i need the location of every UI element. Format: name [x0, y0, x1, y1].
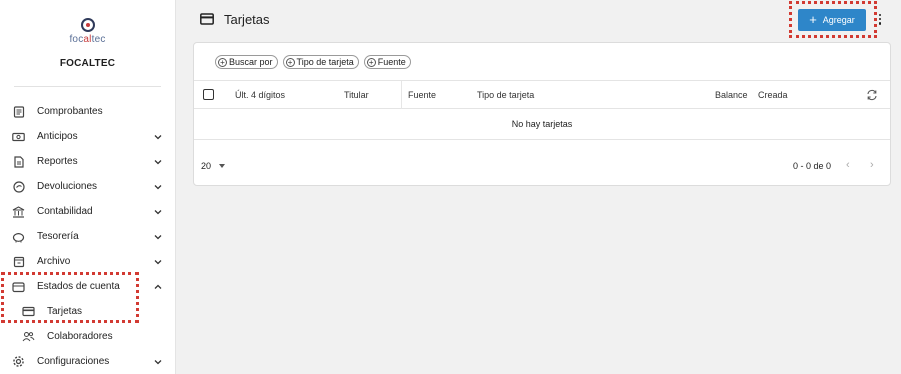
sidebar-item-configuraciones[interactable]: Configuraciones	[0, 349, 175, 374]
select-all-checkbox[interactable]	[203, 89, 214, 100]
page-range: 0 - 0 de 0	[793, 161, 832, 171]
sidebar-item-label: Contabilidad	[37, 206, 93, 217]
sidebar-item-reportes[interactable]: Reportes	[0, 149, 175, 174]
sidebar-item-label: Tesorería	[37, 231, 79, 242]
sidebar-subitem-label: Colaboradores	[47, 331, 113, 342]
sidebar-item-archivo[interactable]: Archivo	[0, 249, 175, 274]
column-header[interactable]: Fuente	[408, 90, 436, 100]
account-statement-icon	[12, 280, 25, 293]
plus-icon: +	[809, 12, 817, 27]
refresh-icon[interactable]	[866, 89, 878, 101]
main-content: Tarjetas + Agregar + Buscar por + Tipo de …	[176, 0, 901, 374]
top-bar: Tarjetas + Agregar	[176, 0, 901, 40]
column-header[interactable]: Balance	[715, 90, 748, 100]
card-icon	[22, 305, 35, 318]
cash-icon	[12, 130, 25, 143]
sidebar: focaltec FOCALTEC Comprobantes Anticipos…	[0, 0, 176, 374]
sidebar-item-devoluciones[interactable]: Devoluciones	[0, 174, 175, 199]
chevron-left-icon[interactable]: ‹	[846, 159, 850, 171]
chevron-down-icon	[154, 359, 162, 364]
cards-table-card: + Buscar por + Tipo de tarjeta + Fuente Últ…	[193, 42, 891, 186]
chevron-down-icon	[154, 234, 162, 239]
filter-bar: + Buscar por + Tipo de tarjeta + Fuente	[215, 55, 411, 69]
logo-text: focaltec	[69, 34, 106, 45]
sidebar-item-tesoreria[interactable]: Tesorería	[0, 224, 175, 249]
archive-icon	[12, 255, 25, 268]
chevron-down-icon	[154, 209, 162, 214]
return-icon	[12, 180, 25, 193]
sidebar-item-label: Configuraciones	[37, 356, 110, 367]
column-header[interactable]: Creada	[758, 90, 788, 100]
column-header[interactable]: Tipo de tarjeta	[477, 90, 534, 100]
sidebar-nav: Comprobantes Anticipos Reportes Devoluci…	[0, 99, 175, 374]
sidebar-item-label: Devoluciones	[37, 181, 98, 192]
sidebar-item-contabilidad[interactable]: Contabilidad	[0, 199, 175, 224]
pagination: 20 0 - 0 de 0 ‹ ›	[194, 140, 890, 186]
add-button[interactable]: + Agregar	[798, 9, 866, 31]
sidebar-item-comprobantes[interactable]: Comprobantes	[0, 99, 175, 124]
chevron-right-icon[interactable]: ›	[870, 159, 874, 171]
sidebar-subitem-label: Tarjetas	[47, 306, 83, 317]
add-circle-icon: +	[218, 57, 227, 67]
chevron-up-icon	[154, 284, 162, 289]
filter-fuente[interactable]: + Fuente	[363, 55, 411, 69]
add-circle-icon: +	[366, 57, 376, 67]
add-circle-icon: +	[285, 57, 295, 67]
gear-icon	[12, 355, 25, 368]
column-header[interactable]: Últ. 4 dígitos	[235, 90, 285, 100]
divider	[14, 86, 161, 87]
brand: focaltec FOCALTEC	[0, 0, 175, 86]
piggy-bank-icon	[12, 230, 25, 243]
chevron-down-icon	[154, 259, 162, 264]
chevron-down-icon	[154, 159, 162, 164]
sidebar-item-label: Comprobantes	[37, 106, 103, 117]
sidebar-subitem-tarjetas[interactable]: Tarjetas	[0, 299, 175, 324]
company-name: FOCALTEC	[59, 58, 116, 69]
logo-icon	[80, 18, 95, 32]
page-title: Tarjetas	[224, 12, 270, 27]
table-header: Últ. 4 dígitos Titular Fuente Tipo de ta…	[194, 80, 890, 109]
more-options-icon[interactable]	[877, 12, 883, 28]
chevron-down-icon	[154, 184, 162, 189]
sidebar-item-label: Anticipos	[37, 131, 78, 142]
caret-down-icon[interactable]	[219, 164, 225, 168]
column-header[interactable]: Titular	[344, 90, 369, 100]
card-icon	[200, 13, 214, 25]
sidebar-item-estados-de-cuenta[interactable]: Estados de cuenta	[0, 274, 175, 299]
add-button-label: Agregar	[822, 15, 855, 25]
filter-buscar-por[interactable]: + Buscar por	[215, 55, 278, 69]
people-icon	[22, 330, 35, 343]
column-divider	[401, 81, 402, 109]
chevron-down-icon	[154, 134, 162, 139]
page-size-select[interactable]: 20	[201, 161, 211, 171]
receipt-icon	[12, 105, 25, 118]
sidebar-item-label: Reportes	[37, 156, 78, 167]
bank-icon	[12, 205, 25, 218]
report-icon	[12, 155, 25, 168]
filter-tipo-de-tarjeta[interactable]: + Tipo de tarjeta	[282, 55, 359, 69]
sidebar-item-label: Estados de cuenta	[37, 281, 120, 292]
sidebar-item-label: Archivo	[37, 256, 71, 267]
sidebar-subitem-colaboradores[interactable]: Colaboradores	[0, 324, 175, 349]
empty-message: No hay tarjetas	[194, 109, 890, 140]
sidebar-item-anticipos[interactable]: Anticipos	[0, 124, 175, 149]
